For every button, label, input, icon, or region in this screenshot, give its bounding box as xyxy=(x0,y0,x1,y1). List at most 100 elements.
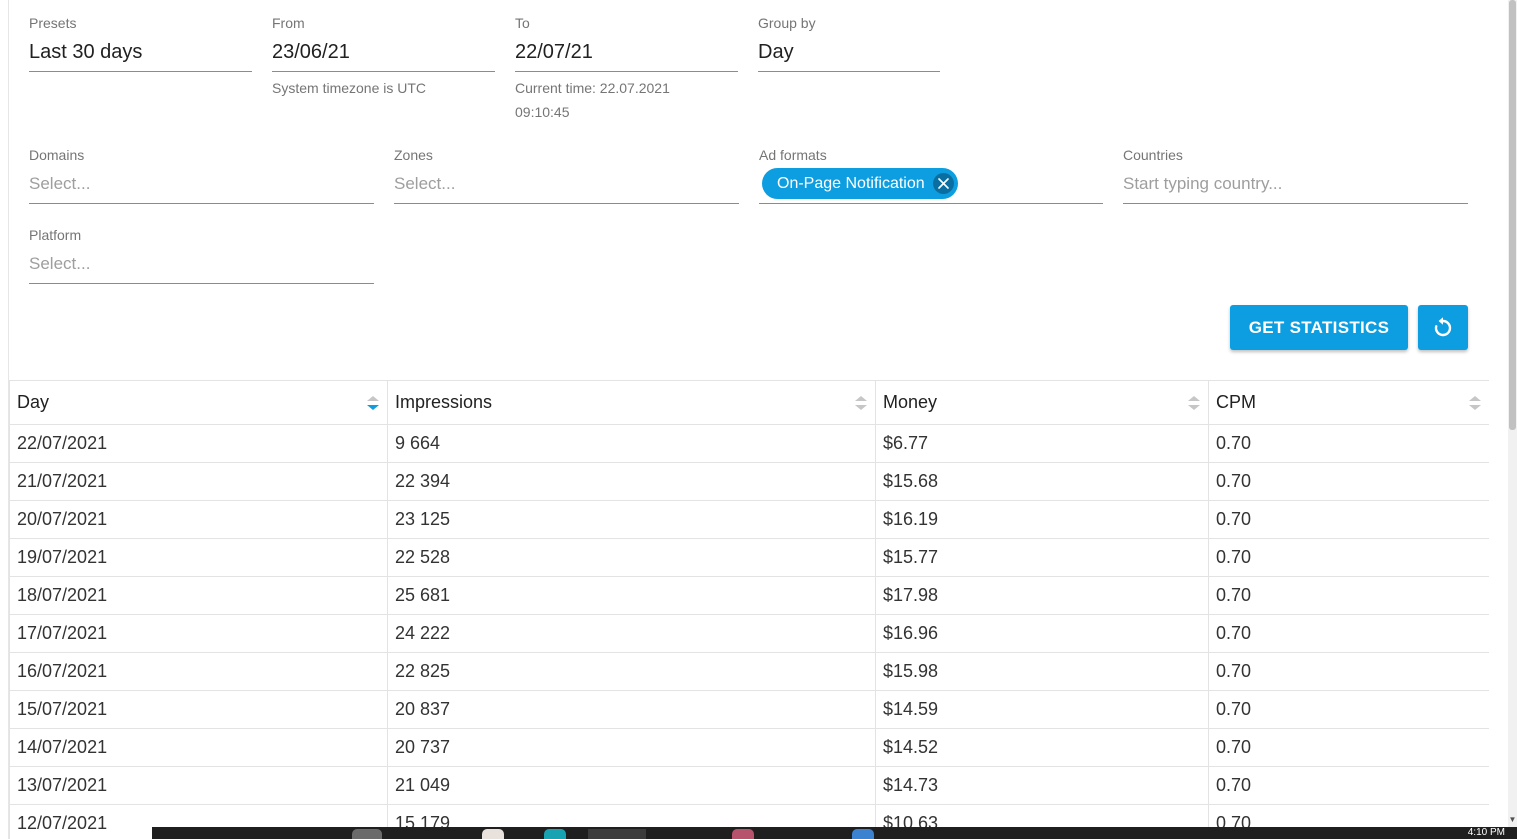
statistics-table: Day Impressions Money CPM 22/07/2021 9 6… xyxy=(9,380,1489,839)
cell-impressions: 21 049 xyxy=(387,766,876,805)
timezone-hint: System timezone is UTC xyxy=(272,80,427,96)
from-field: From 23/06/21 System timezone is UTC xyxy=(272,14,495,100)
table-row: 14/07/2021 20 737 $14.52 0.70 xyxy=(9,728,1489,767)
taskbar-app-icon[interactable] xyxy=(588,829,646,839)
cell-day: 14/07/2021 xyxy=(9,728,388,767)
presets-field: Presets Last 30 days xyxy=(29,14,252,72)
cell-money: $15.68 xyxy=(875,462,1209,501)
to-label: To xyxy=(515,15,530,31)
column-label: Impressions xyxy=(395,392,493,412)
cell-cpm: 0.70 xyxy=(1208,462,1489,501)
ad-format-chip-label: On-Page Notification xyxy=(777,174,925,192)
cell-money: $15.77 xyxy=(875,538,1209,577)
table-row: 19/07/2021 22 528 $15.77 0.70 xyxy=(9,538,1489,577)
countries-field: Countries Start typing country... xyxy=(1123,146,1468,204)
zones-field: Zones Select... xyxy=(394,146,739,204)
cell-money: $17.98 xyxy=(875,576,1209,615)
cell-impressions: 25 681 xyxy=(387,576,876,615)
domains-select[interactable]: Select... xyxy=(29,164,374,204)
get-statistics-button[interactable]: GET STATISTICS xyxy=(1230,305,1408,350)
current-time-hint: Current time: 22.07.2021 09:10:45 xyxy=(515,76,738,124)
zones-label: Zones xyxy=(394,147,433,163)
cell-cpm: 0.70 xyxy=(1208,766,1489,805)
scroll-down-icon[interactable]: ▼ xyxy=(1508,815,1517,827)
taskbar: 4:10 PM xyxy=(152,827,1517,839)
ad-formats-label: Ad formats xyxy=(759,147,827,163)
to-date-input[interactable]: 22/07/21 xyxy=(515,32,738,72)
sort-icon[interactable] xyxy=(1468,395,1482,411)
platform-label: Platform xyxy=(29,227,82,243)
ad-formats-field: Ad formats On-Page Notification xyxy=(759,146,1103,204)
cell-day: 19/07/2021 xyxy=(9,538,388,577)
taskbar-clock: 4:10 PM xyxy=(1467,827,1505,838)
statistics-table-container: Day Impressions Money CPM 22/07/2021 9 6… xyxy=(9,380,1489,839)
sort-desc-icon[interactable] xyxy=(366,395,380,411)
cell-money: $14.52 xyxy=(875,728,1209,767)
column-header-cpm[interactable]: CPM xyxy=(1208,380,1489,425)
cell-day: 18/07/2021 xyxy=(9,576,388,615)
cell-cpm: 0.70 xyxy=(1208,424,1489,463)
sort-icon[interactable] xyxy=(854,395,868,411)
cell-impressions: 20 737 xyxy=(387,728,876,767)
cell-day: 17/07/2021 xyxy=(9,614,388,653)
page-scrollbar[interactable]: ▼ xyxy=(1508,0,1517,827)
presets-label: Presets xyxy=(29,15,77,31)
cell-money: $6.77 xyxy=(875,424,1209,463)
cell-day: 22/07/2021 xyxy=(9,424,388,463)
cell-day: 21/07/2021 xyxy=(9,462,388,501)
column-header-day[interactable]: Day xyxy=(9,380,388,425)
domains-field: Domains Select... xyxy=(29,146,374,204)
cell-cpm: 0.70 xyxy=(1208,576,1489,615)
taskbar-app-icon[interactable] xyxy=(482,829,504,839)
cell-impressions: 22 394 xyxy=(387,462,876,501)
cell-day: 13/07/2021 xyxy=(9,766,388,805)
taskbar-app-icon[interactable] xyxy=(852,829,874,839)
reset-button[interactable] xyxy=(1418,305,1468,350)
ad-formats-select[interactable]: On-Page Notification xyxy=(759,164,1103,204)
table-row: 17/07/2021 24 222 $16.96 0.70 xyxy=(9,614,1489,653)
column-header-money[interactable]: Money xyxy=(875,380,1209,425)
zones-select[interactable]: Select... xyxy=(394,164,739,204)
cell-cpm: 0.70 xyxy=(1208,538,1489,577)
cell-day: 20/07/2021 xyxy=(9,500,388,539)
refresh-icon xyxy=(1431,316,1455,340)
taskbar-app-icon[interactable] xyxy=(732,829,754,839)
sort-icon[interactable] xyxy=(1187,395,1201,411)
statistics-page: Presets Last 30 days From 23/06/21 Syste… xyxy=(8,0,1489,839)
table-row: 16/07/2021 22 825 $15.98 0.70 xyxy=(9,652,1489,691)
ad-format-chip: On-Page Notification xyxy=(762,168,958,199)
cell-cpm: 0.70 xyxy=(1208,690,1489,729)
chip-close-icon[interactable] xyxy=(932,173,954,194)
column-label: CPM xyxy=(1216,392,1256,412)
cell-money: $15.98 xyxy=(875,652,1209,691)
current-time-line1: Current time: 22.07.2021 xyxy=(515,80,670,96)
cell-impressions: 20 837 xyxy=(387,690,876,729)
table-row: 18/07/2021 25 681 $17.98 0.70 xyxy=(9,576,1489,615)
cell-cpm: 0.70 xyxy=(1208,652,1489,691)
taskbar-app-icon[interactable] xyxy=(544,829,566,839)
presets-select[interactable]: Last 30 days xyxy=(29,32,252,72)
group-by-field: Group by Day xyxy=(758,14,940,72)
countries-input[interactable]: Start typing country... xyxy=(1123,164,1468,204)
table-row: 22/07/2021 9 664 $6.77 0.70 xyxy=(9,424,1489,463)
from-date-input[interactable]: 23/06/21 xyxy=(272,32,495,72)
scrollbar-thumb[interactable] xyxy=(1509,0,1516,430)
cell-day: 15/07/2021 xyxy=(9,690,388,729)
current-time-line2: 09:10:45 xyxy=(515,104,570,120)
cell-money: $14.73 xyxy=(875,766,1209,805)
cell-money: $14.59 xyxy=(875,690,1209,729)
taskbar-app-icon[interactable] xyxy=(352,829,382,839)
to-field: To 22/07/21 Current time: 22.07.2021 09:… xyxy=(515,14,738,124)
table-header-row: Day Impressions Money CPM xyxy=(9,380,1489,425)
cell-cpm: 0.70 xyxy=(1208,500,1489,539)
cell-cpm: 0.70 xyxy=(1208,614,1489,653)
table-row: 13/07/2021 21 049 $14.73 0.70 xyxy=(9,766,1489,805)
group-by-select[interactable]: Day xyxy=(758,32,940,72)
column-header-impressions[interactable]: Impressions xyxy=(387,380,876,425)
cell-impressions: 22 528 xyxy=(387,538,876,577)
domains-label: Domains xyxy=(29,147,85,163)
table-body: 22/07/2021 9 664 $6.77 0.70 21/07/2021 22 394… xyxy=(9,424,1489,839)
platform-select[interactable]: Select... xyxy=(29,244,374,284)
column-label: Money xyxy=(883,392,938,412)
cell-impressions: 24 222 xyxy=(387,614,876,653)
